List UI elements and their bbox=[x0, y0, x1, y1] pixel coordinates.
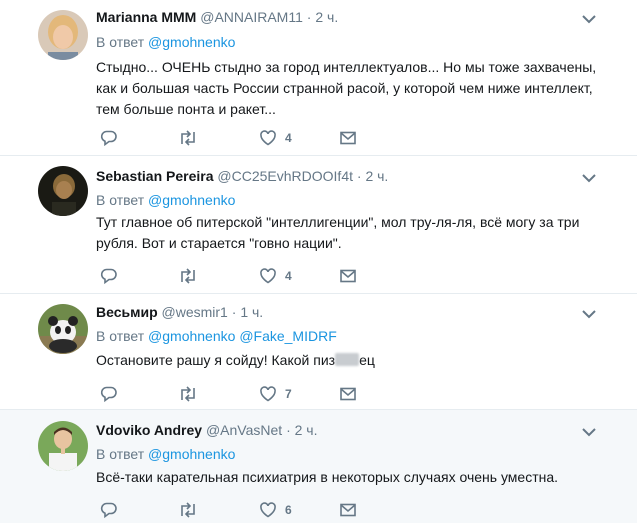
avatar[interactable] bbox=[38, 10, 88, 60]
reply-context: В ответ @gmohnenko bbox=[96, 445, 235, 463]
direct-message-button[interactable] bbox=[339, 384, 357, 404]
author-handle[interactable]: @AnVasNet bbox=[206, 422, 282, 438]
tweet-header: Весьмир @wesmir1 · 1 ч. bbox=[96, 303, 263, 321]
tweet[interactable]: Vdoviko Andrey @AnVasNet · 2 ч. В ответ … bbox=[0, 410, 637, 523]
reply-icon bbox=[100, 386, 117, 403]
reply-prefix: В ответ bbox=[96, 34, 145, 50]
separator-dot: · bbox=[356, 168, 362, 184]
tweet-text: Остановите рашу я сойду! Какой пиз ец bbox=[96, 350, 616, 371]
author-name[interactable]: Vdoviko Andrey bbox=[96, 422, 202, 438]
reply-context: В ответ @gmohnenko bbox=[96, 191, 235, 209]
like-button[interactable]: 7 bbox=[259, 384, 292, 404]
timestamp[interactable]: 1 ч. bbox=[240, 304, 263, 320]
like-count: 4 bbox=[285, 131, 292, 145]
reply-button[interactable] bbox=[100, 128, 118, 148]
heart-icon bbox=[260, 386, 276, 402]
tweet-text-start: Остановите рашу я сойду! Какой пиз bbox=[96, 352, 336, 368]
envelope-icon bbox=[340, 269, 356, 283]
like-button[interactable]: 4 bbox=[259, 128, 292, 148]
timestamp[interactable]: 2 ч. bbox=[365, 168, 388, 184]
mention-link[interactable]: @gmohnenko bbox=[148, 446, 235, 462]
mention-link[interactable]: @gmohnenko bbox=[148, 34, 235, 50]
tweet-text-end: ец bbox=[359, 352, 375, 368]
author-handle[interactable]: @wesmir1 bbox=[162, 304, 228, 320]
retweet-icon bbox=[181, 502, 195, 518]
retweet-button[interactable] bbox=[178, 128, 198, 148]
retweet-button[interactable] bbox=[178, 500, 198, 520]
author-name[interactable]: Весьмир bbox=[96, 304, 158, 320]
reply-prefix: В ответ bbox=[96, 446, 145, 462]
tweet-text: Тут главное об питерской "интеллигенции"… bbox=[96, 214, 580, 251]
censor-blur bbox=[335, 353, 360, 366]
direct-message-button[interactable] bbox=[339, 500, 357, 520]
direct-message-button[interactable] bbox=[339, 266, 357, 286]
chevron-down-icon[interactable] bbox=[580, 423, 598, 441]
reply-prefix: В ответ bbox=[96, 328, 145, 344]
like-button[interactable]: 6 bbox=[259, 500, 292, 520]
reply-context: В ответ @gmohnenko bbox=[96, 33, 235, 51]
mention-link[interactable]: @gmohnenko bbox=[148, 328, 235, 344]
retweet-icon bbox=[181, 268, 195, 284]
timestamp[interactable]: 2 ч. bbox=[295, 422, 318, 438]
like-button[interactable]: 4 bbox=[259, 266, 292, 286]
retweet-icon bbox=[181, 386, 195, 402]
heart-icon bbox=[260, 502, 276, 518]
envelope-icon bbox=[340, 131, 356, 145]
reply-icon bbox=[100, 130, 117, 147]
like-count: 7 bbox=[285, 387, 292, 401]
separator-dot: · bbox=[306, 9, 312, 25]
tweet-text: Всё-таки карательная психиатрия в некото… bbox=[96, 469, 559, 485]
reply-icon bbox=[100, 268, 117, 285]
timestamp[interactable]: 2 ч. bbox=[315, 9, 338, 25]
envelope-icon bbox=[340, 387, 356, 401]
retweet-button[interactable] bbox=[178, 384, 198, 404]
reply-icon bbox=[100, 502, 117, 519]
envelope-icon bbox=[340, 503, 356, 517]
tweet-header: Marianna MMM @ANNAIRAM11 · 2 ч. bbox=[96, 8, 338, 26]
avatar[interactable] bbox=[38, 421, 88, 471]
tweet[interactable]: Marianna MMM @ANNAIRAM11 · 2 ч. В ответ … bbox=[0, 0, 637, 156]
mention-link[interactable]: @gmohnenko bbox=[148, 192, 235, 208]
like-count: 4 bbox=[285, 269, 292, 283]
retweet-button[interactable] bbox=[178, 266, 198, 286]
tweet[interactable]: Sebastian Pereira @CC25EvhRDOOIf4t · 2 ч… bbox=[0, 156, 637, 294]
reply-prefix: В ответ bbox=[96, 192, 145, 208]
author-handle[interactable]: @CC25EvhRDOOIf4t bbox=[217, 168, 353, 184]
separator-dot: · bbox=[231, 304, 237, 320]
mention-link[interactable]: @Fake_MIDRF bbox=[239, 328, 336, 344]
avatar[interactable] bbox=[38, 166, 88, 216]
reply-context: В ответ @gmohnenko @Fake_MIDRF bbox=[96, 327, 337, 345]
like-count: 6 bbox=[285, 503, 292, 517]
reply-button[interactable] bbox=[100, 500, 118, 520]
chevron-down-icon[interactable] bbox=[580, 10, 598, 28]
tweet-header: Sebastian Pereira @CC25EvhRDOOIf4t · 2 ч… bbox=[96, 167, 388, 185]
author-name[interactable]: Marianna MMM bbox=[96, 9, 196, 25]
chevron-down-icon[interactable] bbox=[580, 169, 598, 187]
author-name[interactable]: Sebastian Pereira bbox=[96, 168, 214, 184]
chevron-down-icon[interactable] bbox=[580, 305, 598, 323]
tweet-header: Vdoviko Andrey @AnVasNet · 2 ч. bbox=[96, 421, 317, 439]
heart-icon bbox=[260, 130, 276, 146]
avatar[interactable] bbox=[38, 304, 88, 354]
separator-dot: · bbox=[286, 422, 291, 438]
reply-button[interactable] bbox=[100, 384, 118, 404]
heart-icon bbox=[260, 268, 276, 284]
tweet-text: Стыдно... ОЧЕНЬ стыдно за город интеллек… bbox=[96, 59, 597, 117]
reply-button[interactable] bbox=[100, 266, 118, 286]
direct-message-button[interactable] bbox=[339, 128, 357, 148]
author-handle[interactable]: @ANNAIRAM11 bbox=[200, 9, 303, 25]
retweet-icon bbox=[181, 130, 195, 146]
tweet[interactable]: Весьмир @wesmir1 · 1 ч. В ответ @gmohnen… bbox=[0, 294, 637, 410]
